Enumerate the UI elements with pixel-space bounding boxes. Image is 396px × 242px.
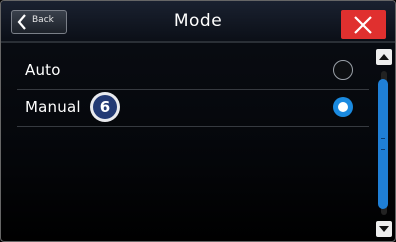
row-divider: [17, 89, 369, 90]
option-row-auto[interactable]: Auto: [17, 54, 369, 89]
triangle-up-icon: [379, 54, 389, 60]
close-icon: [354, 16, 372, 34]
triangle-down-icon: [379, 226, 389, 232]
radio-unselected-icon[interactable]: [333, 60, 353, 80]
header-bar: Back Mode: [1, 1, 395, 41]
close-button[interactable]: [341, 10, 386, 39]
radio-dot: [338, 102, 348, 112]
option-row-manual[interactable]: Manual 6: [17, 91, 369, 126]
header-divider: [1, 41, 395, 43]
option-label-auto: Auto: [25, 61, 61, 79]
radio-selected-icon[interactable]: [333, 97, 353, 117]
scroll-grip: [381, 138, 385, 150]
mode-screen: Back Mode Auto Manual 6: [0, 0, 396, 242]
option-label-manual: Manual: [25, 98, 81, 116]
scroll-up-button[interactable]: [376, 49, 392, 65]
callout-badge: 6: [90, 92, 120, 122]
scroll-down-button[interactable]: [376, 221, 392, 237]
row-divider: [17, 126, 369, 127]
callout-number: 6: [93, 95, 117, 119]
page-title: Mode: [173, 11, 223, 31]
